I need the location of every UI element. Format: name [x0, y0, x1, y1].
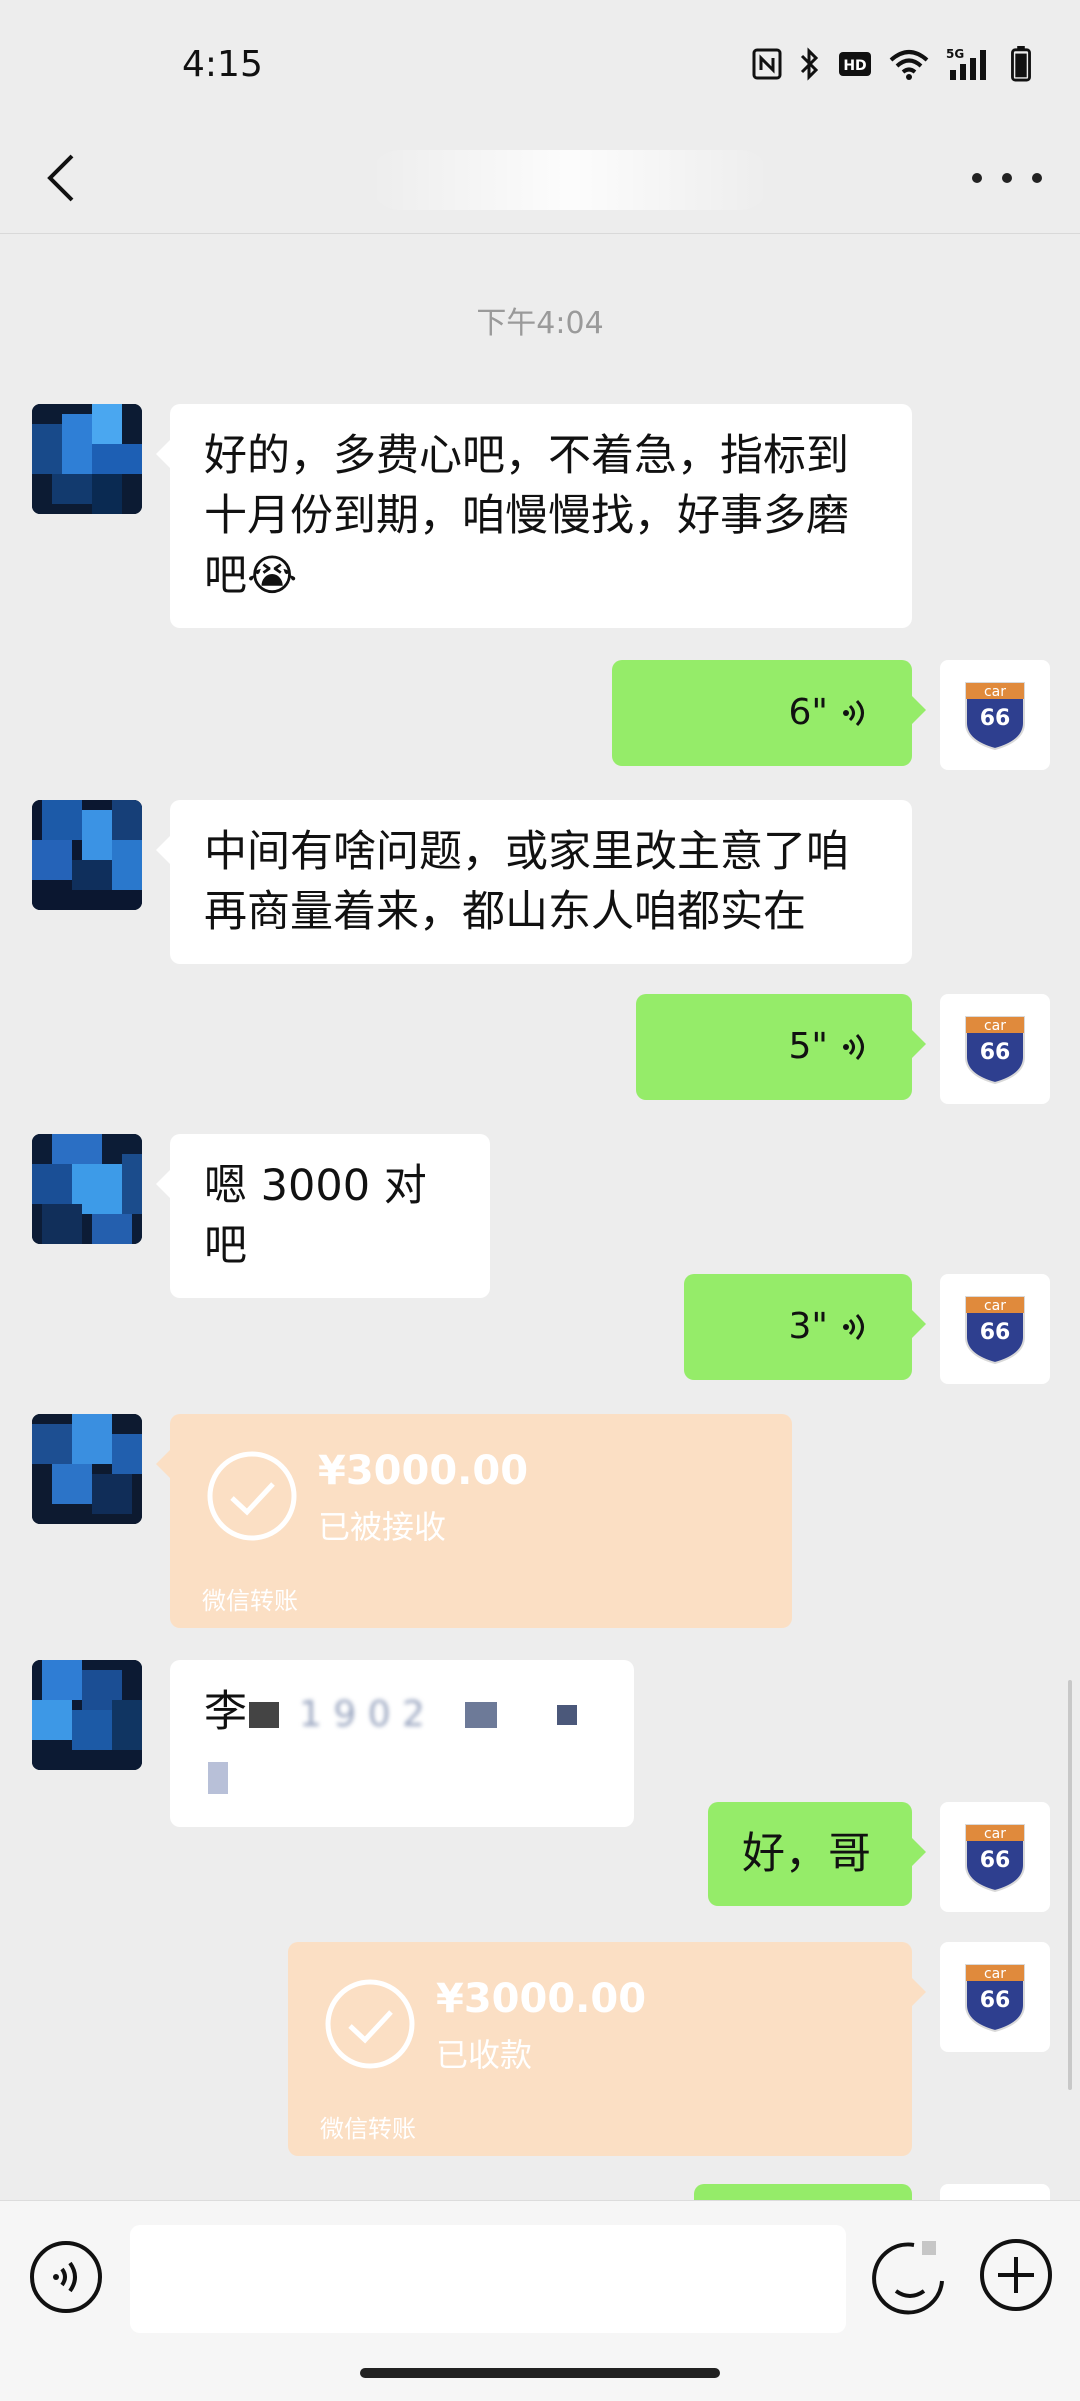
chevron-left-icon [47, 154, 74, 202]
contact-avatar[interactable] [32, 800, 142, 910]
voice-message[interactable]: 5" [636, 994, 926, 1100]
transfer-footer: 微信转账 [320, 2115, 416, 2143]
svg-text:66: 66 [980, 1040, 1011, 1065]
svg-text:66: 66 [980, 1848, 1011, 1873]
check-circle-icon [207, 1451, 297, 1541]
transfer-footer: 微信转账 [202, 1587, 298, 1615]
chat-header [0, 130, 1080, 234]
svg-text:car: car [984, 1018, 1006, 1034]
svg-text:car: car [984, 1298, 1006, 1314]
emoji-icon [872, 2241, 944, 2315]
voice-duration: 6" [788, 692, 828, 733]
contact-avatar[interactable] [32, 1134, 142, 1244]
self-avatar[interactable]: car 66 [940, 660, 1050, 770]
transfer-amount: ¥3000.00 [436, 1976, 647, 2022]
voice-message[interactable]: 3" [684, 1274, 926, 1380]
svg-text:66: 66 [980, 1988, 1011, 2013]
voice-duration: 3" [788, 1306, 828, 1347]
svg-text:5G: 5G [946, 47, 964, 61]
more-dots-icon [972, 173, 982, 183]
route66-logo-icon: car 66 [965, 1964, 1025, 2033]
message-text: 好，哥 [742, 1829, 871, 1879]
message-text: 中间有啥问题，或家里改主意了咱再商量着来，都山东人咱都实在 [204, 827, 849, 937]
message-bubble[interactable]: 好，哥 [708, 1802, 926, 1906]
more-button[interactable] [972, 148, 1042, 208]
voice-toggle-icon [30, 2241, 102, 2313]
message-text: 嗯 3000 对吧 [204, 1161, 427, 1271]
message-text: 李 [204, 1687, 247, 1737]
voice-duration: 5" [788, 1026, 828, 1067]
message-bubble[interactable]: 好的，多费心吧，不着急，指标到十月份到期，咱慢慢找，好事多磨吧😭 [156, 404, 912, 628]
message-bubble[interactable]: 嗯 3000 对吧 [156, 1134, 490, 1298]
status-time: 4:15 [182, 44, 263, 85]
message-text: 好的，多费心吧，不着急，指标到十月份到期，咱慢慢找，好事多磨吧 [204, 431, 849, 601]
partial-message-bubble [694, 2184, 912, 2200]
transfer-amount: ¥3000.00 [318, 1448, 529, 1494]
self-avatar[interactable]: car 66 [940, 1802, 1050, 1912]
blurred-number: 1 9 0 2 [299, 1694, 425, 1735]
route66-logo-icon: car 66 [965, 682, 1025, 751]
chat-title [370, 150, 770, 210]
status-bar: 4:15 HD 5G [0, 0, 1080, 130]
voice-wave-icon [843, 699, 864, 727]
svg-text:66: 66 [980, 1320, 1011, 1345]
wifi-icon [889, 50, 929, 80]
contact-avatar[interactable] [32, 1414, 142, 1524]
contact-avatar[interactable] [32, 1660, 142, 1770]
hd-icon: HD [839, 52, 871, 76]
voice-wave-icon [843, 1033, 864, 1061]
route66-logo-icon: car 66 [965, 1824, 1025, 1893]
route66-logo-icon: car 66 [965, 1296, 1025, 1365]
transfer-status: 已被接收 [318, 1508, 447, 1546]
more-actions-button[interactable] [978, 2237, 1054, 2313]
self-avatar[interactable]: car 66 [940, 994, 1050, 1104]
status-icons: HD 5G [752, 46, 1032, 82]
emoji-button[interactable] [870, 2237, 950, 2317]
svg-text:car: car [984, 1966, 1006, 1982]
self-avatar[interactable]: car 66 [940, 1274, 1050, 1384]
voice-wave-icon [843, 1313, 864, 1341]
message-bubble[interactable]: 中间有啥问题，或家里改主意了咱再商量着来，都山东人咱都实在 [156, 800, 912, 964]
contact-avatar[interactable] [32, 404, 142, 514]
partial-avatar [940, 2184, 1050, 2200]
crying-laughing-emoji: 😭 [247, 551, 298, 601]
svg-text:car: car [984, 1826, 1006, 1842]
check-circle-icon [325, 1979, 415, 2069]
redacted-text [249, 1701, 279, 1728]
nfc-icon [752, 48, 782, 80]
transfer-card[interactable]: ¥3000.00 已被接收 微信转账 [156, 1414, 792, 1628]
back-button[interactable] [36, 136, 106, 216]
message-input[interactable] [130, 2225, 846, 2333]
home-indicator[interactable] [360, 2368, 720, 2378]
transfer-card[interactable]: ¥3000.00 已收款 微信转账 [288, 1942, 926, 2156]
self-avatar[interactable]: car 66 [940, 1942, 1050, 2052]
route66-logo-icon: car 66 [965, 1016, 1025, 1085]
transfer-status: 已收款 [436, 2036, 533, 2074]
svg-text:66: 66 [980, 706, 1011, 731]
battery-icon [1011, 46, 1031, 82]
voice-toggle-button[interactable] [28, 2239, 104, 2315]
plus-circle-icon [980, 2239, 1052, 2311]
5g-signal-icon: 5G [946, 47, 986, 80]
svg-text:car: car [984, 684, 1006, 700]
bluetooth-icon [800, 47, 819, 81]
message-timestamp: 下午4:04 [476, 306, 604, 341]
message-bubble[interactable]: 李 1 9 0 2 [170, 1660, 634, 1827]
svg-text:HD: HD [843, 58, 866, 74]
voice-message[interactable]: 6" [612, 660, 926, 766]
scrollbar[interactable] [1068, 1680, 1072, 2090]
